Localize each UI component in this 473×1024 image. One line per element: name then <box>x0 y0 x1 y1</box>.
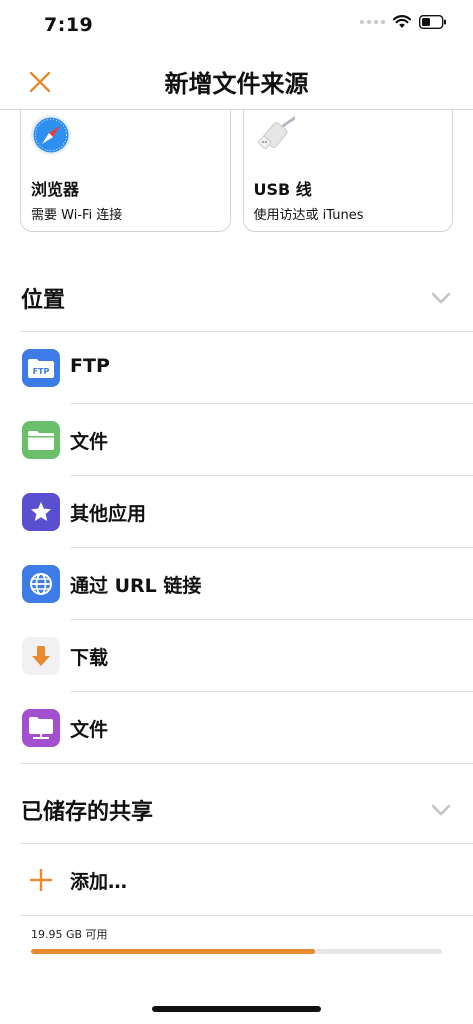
usb-cable-icon <box>257 115 295 149</box>
wifi-icon <box>393 15 411 28</box>
source-cards: 浏览器 需要 Wi-Fi 连接 USB 线 使用访达或 iTunes <box>20 110 453 232</box>
location-item-other-apps[interactable]: 其他应用 <box>0 476 473 548</box>
ftp-folder-icon: FTP <box>22 349 60 387</box>
location-item-files[interactable]: 文件 <box>0 404 473 476</box>
add-share-label: 添加… <box>70 871 128 893</box>
saved-shares-title: 已储存的共享 <box>21 800 154 825</box>
status-bar: 7:19 <box>0 0 473 50</box>
cellular-signal-icon <box>360 20 385 24</box>
location-label: 其他应用 <box>70 503 147 525</box>
locations-section-header[interactable]: 位置 <box>0 264 473 334</box>
location-item-network-files[interactable]: 文件 <box>0 692 473 764</box>
page-title: 新增文件来源 <box>164 70 309 98</box>
divider <box>20 915 473 916</box>
usb-subtitle: 使用访达或 iTunes <box>253 208 364 223</box>
navigation-bar: 新增文件来源 <box>0 50 473 110</box>
location-item-downloads[interactable]: 下载 <box>0 620 473 692</box>
usb-title: USB 线 <box>253 180 312 199</box>
location-label: 下载 <box>70 647 109 669</box>
svg-text:FTP: FTP <box>33 367 50 376</box>
storage-progress-bar <box>31 949 442 954</box>
storage-available-text: 19.95 GB 可用 <box>31 928 108 941</box>
safari-compass-icon <box>31 115 71 155</box>
saved-shares-section-header[interactable]: 已储存的共享 <box>0 776 473 846</box>
download-arrow-icon <box>22 637 60 675</box>
storage-progress-fill <box>31 949 315 954</box>
home-indicator <box>152 1006 321 1012</box>
divider <box>20 763 473 764</box>
location-item-ftp[interactable]: FTP FTP <box>0 332 473 404</box>
add-share-button[interactable]: 添加… <box>0 844 473 916</box>
status-time: 7:19 <box>44 14 94 36</box>
files-folder-icon <box>22 421 60 459</box>
star-icon <box>22 493 60 531</box>
network-folder-icon <box>22 709 60 747</box>
location-label: 文件 <box>70 719 109 741</box>
browser-source-card[interactable]: 浏览器 需要 Wi-Fi 连接 <box>20 110 231 232</box>
chevron-down-icon <box>431 804 451 816</box>
browser-subtitle: 需要 Wi-Fi 连接 <box>31 208 123 223</box>
location-item-url[interactable]: 通过 URL 链接 <box>0 548 473 620</box>
location-label: FTP <box>70 355 110 377</box>
chevron-down-icon <box>431 292 451 304</box>
locations-title: 位置 <box>21 288 66 313</box>
location-label: 文件 <box>70 431 109 453</box>
status-icons <box>360 15 447 29</box>
globe-icon <box>22 565 60 603</box>
battery-icon <box>419 15 446 29</box>
usb-source-card[interactable]: USB 线 使用访达或 iTunes <box>242 110 453 232</box>
plus-icon <box>22 861 60 899</box>
location-label: 通过 URL 链接 <box>70 575 202 597</box>
browser-title: 浏览器 <box>31 180 80 199</box>
